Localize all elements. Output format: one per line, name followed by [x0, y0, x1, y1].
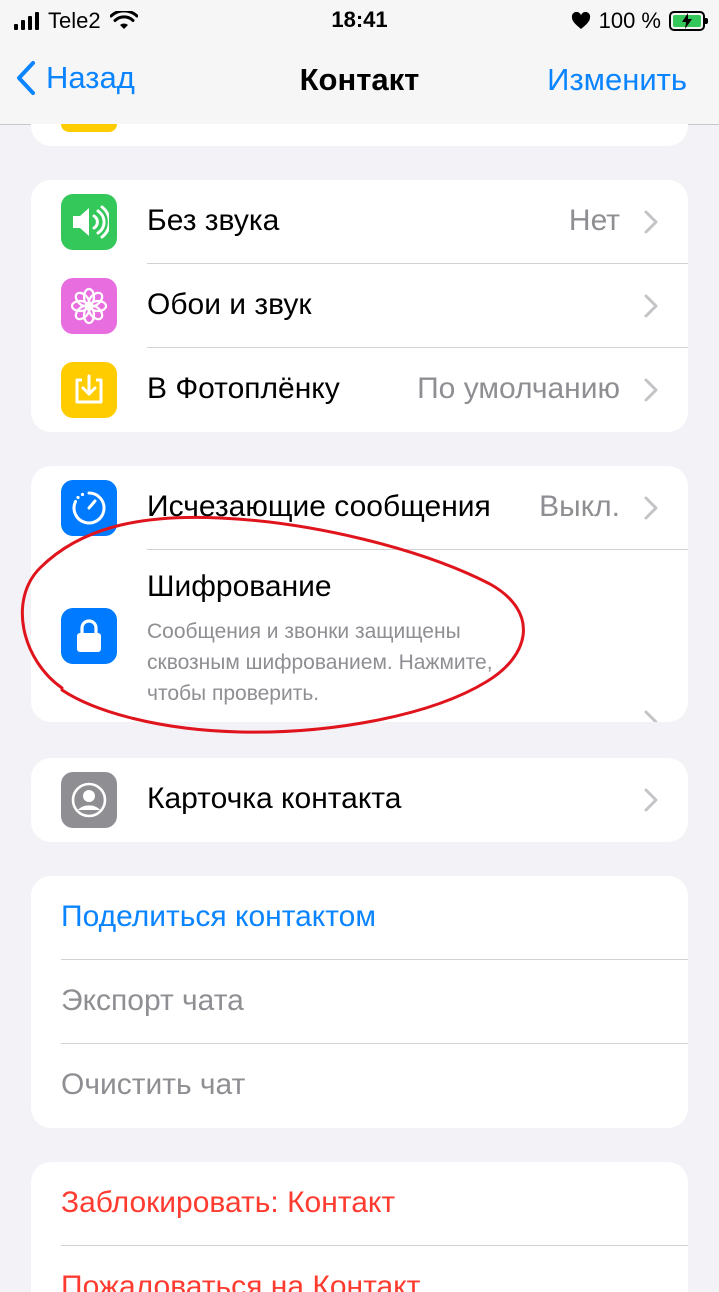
mute-row[interactable]: Без звука Нет	[31, 180, 688, 264]
danger-group: Заблокировать: Контакт Пожаловаться на К…	[31, 1162, 688, 1292]
encryption-description-line: Сообщения и звонки защищены	[147, 620, 461, 643]
chevron-right-icon	[644, 294, 658, 318]
lock-icon	[61, 608, 117, 664]
share-contact-label: Поделиться контактом	[61, 900, 376, 933]
heart-icon	[571, 12, 590, 29]
block-contact-row[interactable]: Заблокировать: Контакт	[31, 1162, 688, 1246]
contact-card-label: Карточка контакта	[147, 782, 402, 815]
mute-value: Нет	[568, 204, 620, 237]
previous-group-icon	[61, 124, 117, 132]
save-to-photos-row[interactable]: В Фотоплёнку По умолчанию	[31, 348, 688, 432]
chevron-right-icon	[644, 378, 658, 402]
chevron-right-icon	[644, 710, 658, 722]
disappearing-messages-label: Исчезающие сообщения	[147, 490, 491, 523]
speaker-icon	[61, 194, 117, 250]
wallpaper-sound-row[interactable]: Обои и звук	[31, 264, 688, 348]
contact-card-icon	[61, 772, 117, 828]
save-to-photos-icon	[61, 362, 117, 418]
timer-icon	[61, 480, 117, 536]
disappearing-messages-row[interactable]: Исчезающие сообщения Выкл.	[31, 466, 688, 550]
settings-group: Без звука Нет Обои и звук В Фотоплёнку П…	[31, 180, 688, 432]
clear-chat-label: Очистить чат	[61, 1068, 246, 1101]
chevron-right-icon	[644, 788, 658, 812]
status-bar: Tele2 18:41 100 %	[0, 0, 719, 40]
report-contact-row[interactable]: Пожаловаться на Контакт	[31, 1246, 688, 1292]
previous-group	[31, 124, 688, 146]
privacy-group: Исчезающие сообщения Выкл. Шифрование Со…	[31, 466, 688, 722]
battery-percent: 100 %	[598, 8, 661, 33]
save-to-photos-value: По умолчанию	[417, 372, 620, 405]
battery-icon	[669, 11, 708, 31]
save-to-photos-label: В Фотоплёнку	[147, 372, 340, 405]
wallpaper-sound-label: Обои и звук	[147, 288, 312, 321]
chevron-right-icon	[644, 210, 658, 234]
share-contact-row[interactable]: Поделиться контактом	[31, 876, 688, 960]
disappearing-messages-value: Выкл.	[539, 490, 620, 523]
contact-card-group: Карточка контакта	[31, 758, 688, 842]
chevron-right-icon	[644, 496, 658, 520]
encryption-label: Шифрование	[147, 570, 332, 603]
export-chat-row[interactable]: Экспорт чата	[31, 960, 688, 1044]
contact-card-row[interactable]: Карточка контакта	[31, 758, 688, 842]
encryption-description-line: сквозным шифрованием. Нажмите,	[147, 651, 493, 674]
encryption-description-line: чтобы проверить.	[147, 682, 320, 705]
clear-chat-row[interactable]: Очистить чат	[31, 1044, 688, 1128]
edit-button[interactable]: Изменить	[547, 62, 687, 98]
encryption-row[interactable]: Шифрование Сообщения и звонки защищены с…	[31, 550, 688, 722]
actions-group: Поделиться контактом Экспорт чата Очисти…	[31, 876, 688, 1128]
block-contact-label: Заблокировать: Контакт	[61, 1186, 396, 1219]
status-right: 100 %	[571, 8, 708, 34]
export-chat-label: Экспорт чата	[61, 984, 244, 1017]
flower-icon	[61, 278, 117, 334]
encryption-description: Сообщения и звонки защищены сквозным шиф…	[147, 616, 493, 709]
navigation-bar: Назад Контакт Изменить	[0, 40, 719, 125]
mute-label: Без звука	[147, 204, 280, 237]
report-contact-label: Пожаловаться на Контакт	[61, 1270, 421, 1292]
